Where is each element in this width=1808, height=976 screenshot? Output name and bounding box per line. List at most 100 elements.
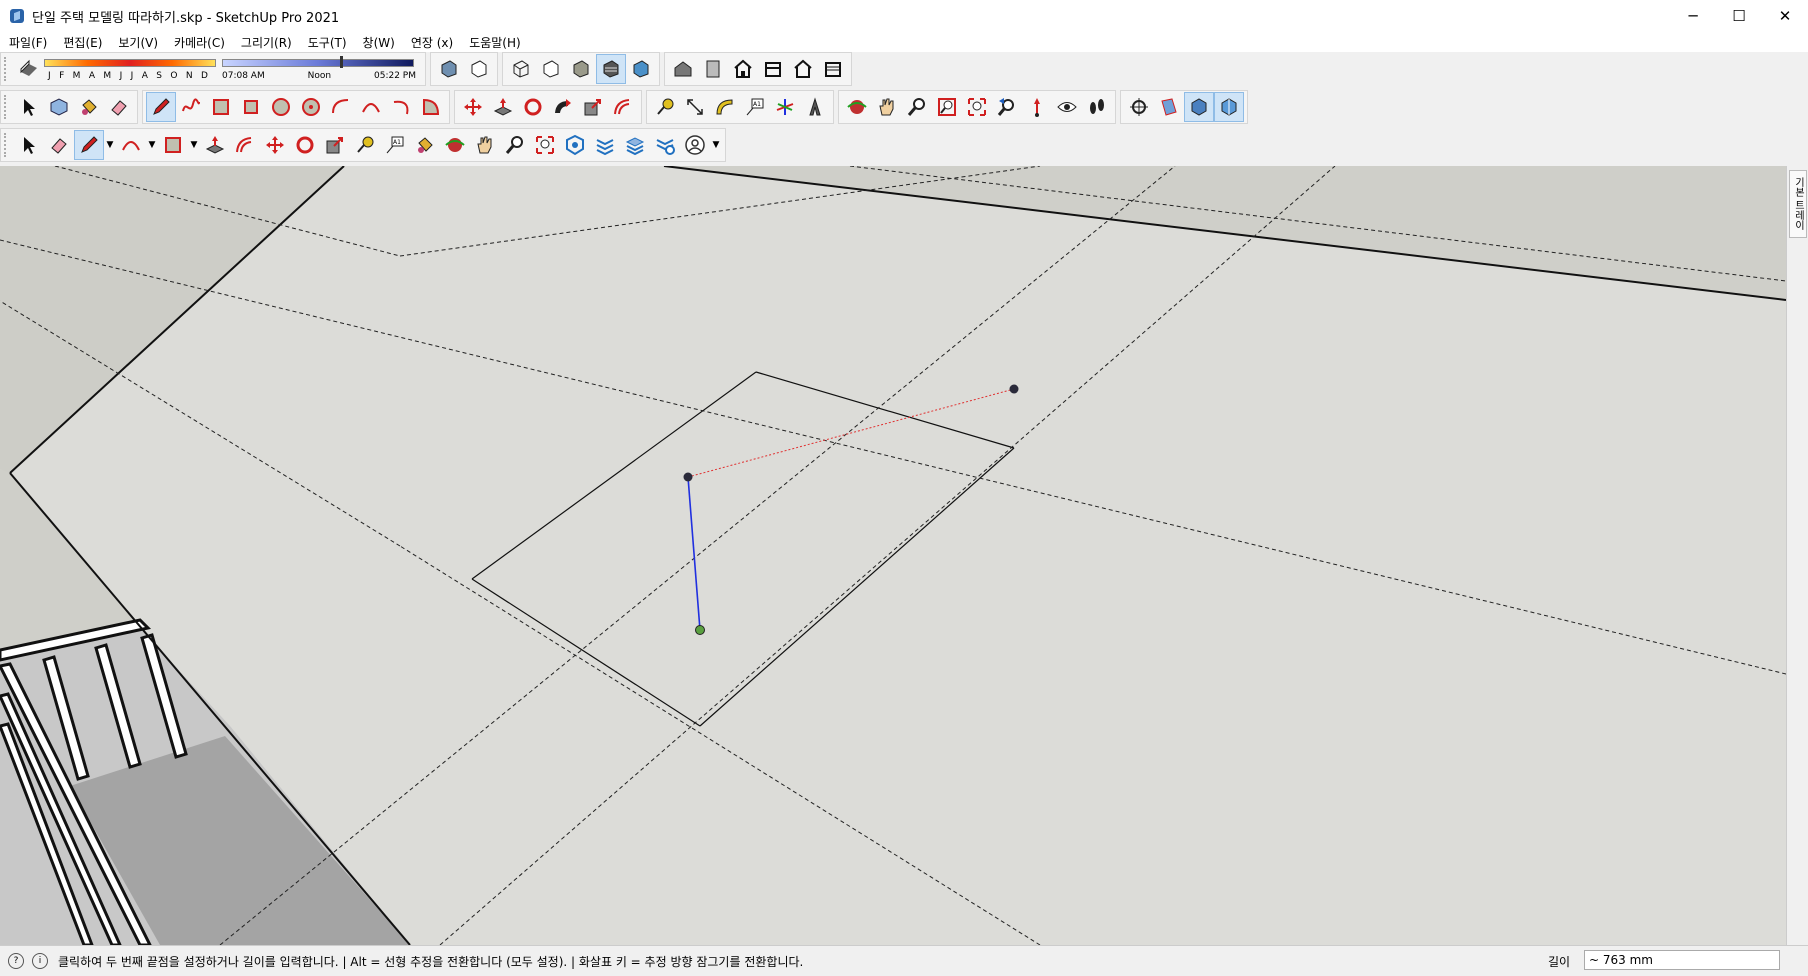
dimension-icon[interactable]: [680, 92, 710, 122]
rotate-icon[interactable]: [518, 92, 548, 122]
wireframe-icon[interactable]: [506, 54, 536, 84]
toolbar-grip[interactable]: [4, 95, 10, 119]
polygon-icon[interactable]: [296, 92, 326, 122]
time-slider[interactable]: 07:08 AM Noon 05:22 PM: [222, 55, 422, 83]
position-camera-icon[interactable]: [1022, 92, 1052, 122]
two-point-arc-icon[interactable]: [356, 92, 386, 122]
display-section-fill-icon[interactable]: [1214, 92, 1244, 122]
push-pull-icon[interactable]: [488, 92, 518, 122]
pencil-icon[interactable]: [74, 130, 104, 160]
month-slider[interactable]: J F M A M J J A S O N D: [44, 55, 216, 83]
menu-help[interactable]: 도움말(H): [460, 34, 528, 51]
extension-warehouse-icon[interactable]: [590, 130, 620, 160]
rectangle-icon[interactable]: [206, 92, 236, 122]
arc-dropdown[interactable]: ▼: [146, 130, 158, 160]
3d-warehouse-icon[interactable]: [560, 130, 590, 160]
shadows-icon[interactable]: [14, 54, 44, 84]
pan-icon[interactable]: [872, 92, 902, 122]
eraser-icon[interactable]: [104, 92, 134, 122]
three-point-arc-icon[interactable]: [386, 92, 416, 122]
tape-measure-icon[interactable]: [350, 130, 380, 160]
orbit-icon[interactable]: [440, 130, 470, 160]
xray-icon[interactable]: [434, 54, 464, 84]
pencil-icon[interactable]: [146, 92, 176, 122]
circle-icon[interactable]: [266, 92, 296, 122]
hidden-line-icon[interactable]: [536, 54, 566, 84]
arc-icon[interactable]: [326, 92, 356, 122]
menu-draw[interactable]: 그리기(R): [232, 34, 299, 51]
front-view-icon[interactable]: [728, 54, 758, 84]
tape-measure-icon[interactable]: [650, 92, 680, 122]
close-button[interactable]: ✕: [1762, 0, 1808, 32]
maximize-button[interactable]: ☐: [1716, 0, 1762, 32]
arc-icon[interactable]: [116, 130, 146, 160]
section-plane-icon[interactable]: [1124, 92, 1154, 122]
zoom-extents-icon[interactable]: [962, 92, 992, 122]
protractor-icon[interactable]: [710, 92, 740, 122]
iso-view-icon[interactable]: [668, 54, 698, 84]
push-pull-icon[interactable]: [200, 130, 230, 160]
back-view-icon[interactable]: [788, 54, 818, 84]
user-account-icon[interactable]: [680, 130, 710, 160]
back-edges-icon[interactable]: [464, 54, 494, 84]
rotated-rectangle-icon[interactable]: [236, 92, 266, 122]
move-icon[interactable]: [458, 92, 488, 122]
toolbar-grip[interactable]: [4, 57, 10, 81]
right-view-icon[interactable]: [758, 54, 788, 84]
follow-me-icon[interactable]: [548, 92, 578, 122]
minimize-button[interactable]: ─: [1670, 0, 1716, 32]
default-tray-tab[interactable]: 기본 트레이: [1789, 170, 1807, 238]
look-around-icon[interactable]: [1052, 92, 1082, 122]
menu-edit[interactable]: 편집(E): [54, 34, 109, 51]
display-section-cuts-icon[interactable]: [1184, 92, 1214, 122]
orbit-icon[interactable]: [842, 92, 872, 122]
eraser-icon[interactable]: [44, 130, 74, 160]
instructor-info-icon[interactable]: i: [32, 953, 48, 969]
toolbar-grip[interactable]: [4, 133, 10, 157]
axes-icon[interactable]: [770, 92, 800, 122]
text-icon[interactable]: A1: [380, 130, 410, 160]
shaded-textures-icon[interactable]: [596, 54, 626, 84]
scale-icon[interactable]: [320, 130, 350, 160]
extension-manager-icon[interactable]: [650, 130, 680, 160]
model-viewport[interactable]: [0, 166, 1786, 945]
menu-file[interactable]: 파일(F): [0, 34, 54, 51]
rectangle-dropdown[interactable]: ▼: [188, 130, 200, 160]
component-icon[interactable]: [44, 92, 74, 122]
zoom-icon[interactable]: [500, 130, 530, 160]
geo-location-icon[interactable]: ?: [8, 953, 24, 969]
rotate-icon[interactable]: [290, 130, 320, 160]
zoom-window-icon[interactable]: [932, 92, 962, 122]
select-icon[interactable]: [14, 130, 44, 160]
menu-tools[interactable]: 도구(T): [299, 34, 354, 51]
scale-icon[interactable]: [578, 92, 608, 122]
pie-icon[interactable]: [416, 92, 446, 122]
menu-camera[interactable]: 카메라(C): [165, 34, 232, 51]
3d-text-icon[interactable]: [800, 92, 830, 122]
top-view-icon[interactable]: [698, 54, 728, 84]
text-icon[interactable]: A1: [740, 92, 770, 122]
shaded-icon[interactable]: [566, 54, 596, 84]
menu-extensions[interactable]: 연장 (x): [402, 34, 460, 51]
previous-icon[interactable]: [992, 92, 1022, 122]
model-canvas[interactable]: [0, 166, 1786, 945]
left-view-icon[interactable]: [818, 54, 848, 84]
freehand-icon[interactable]: [176, 92, 206, 122]
walk-icon[interactable]: [1082, 92, 1112, 122]
account-dropdown[interactable]: ▼: [710, 130, 722, 160]
offset-icon[interactable]: [230, 130, 260, 160]
move-icon[interactable]: [260, 130, 290, 160]
rectangle-icon[interactable]: [158, 130, 188, 160]
offset-icon[interactable]: [608, 92, 638, 122]
zoom-extents-icon[interactable]: [530, 130, 560, 160]
paint-bucket-icon[interactable]: [74, 92, 104, 122]
display-section-planes-icon[interactable]: [1154, 92, 1184, 122]
monochrome-icon[interactable]: [626, 54, 656, 84]
time-slider-handle[interactable]: [340, 56, 343, 68]
select-icon[interactable]: [14, 92, 44, 122]
pencil-dropdown[interactable]: ▼: [104, 130, 116, 160]
zoom-icon[interactable]: [902, 92, 932, 122]
pan-icon[interactable]: [470, 130, 500, 160]
paint-bucket-icon[interactable]: [410, 130, 440, 160]
menu-window[interactable]: 창(W): [354, 34, 402, 51]
